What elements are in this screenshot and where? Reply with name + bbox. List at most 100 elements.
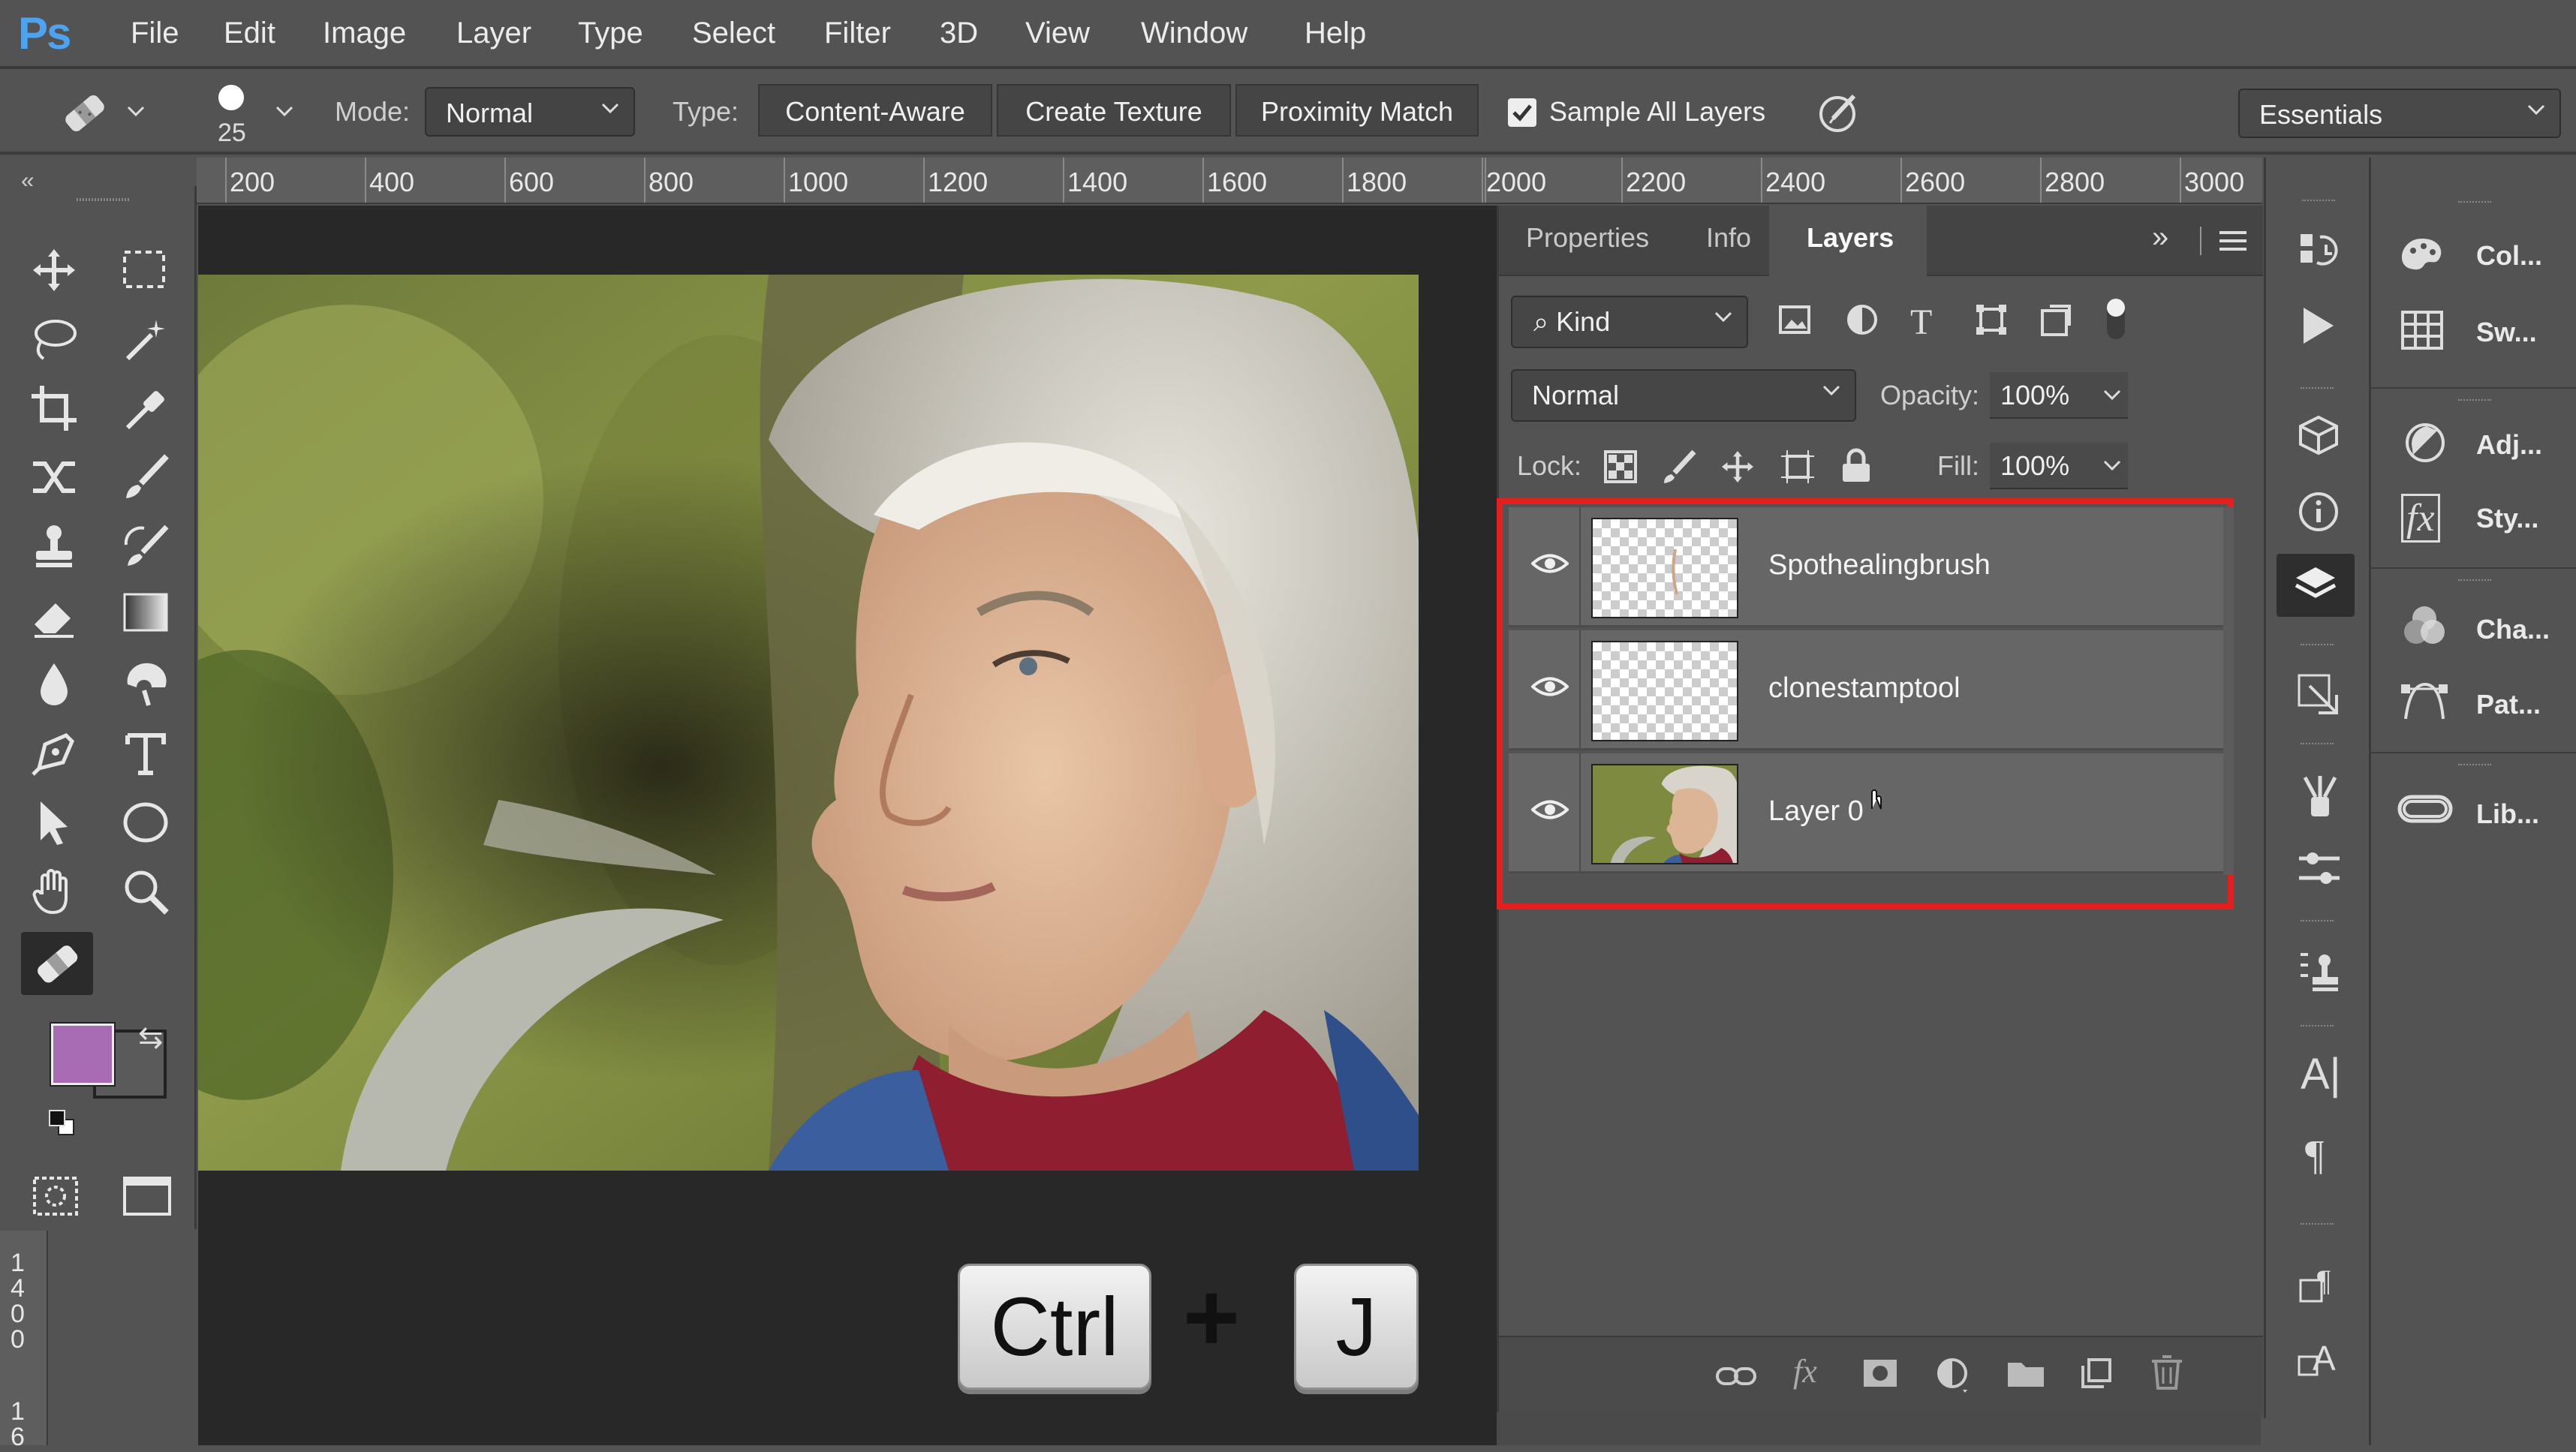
swatches-panel-icon[interactable] (2401, 311, 2443, 350)
menu-view[interactable]: View (1025, 17, 1090, 50)
expand-panels-icon[interactable]: » (2152, 221, 2168, 254)
adjustments-panel-icon[interactable] (2404, 422, 2446, 464)
lock-pixels-icon[interactable] (1661, 449, 1697, 485)
link-layers-icon[interactable] (1715, 1361, 1757, 1391)
filter-shape-icon[interactable] (1975, 303, 2008, 336)
lock-all-icon[interactable] (1840, 447, 1873, 483)
menu-help[interactable]: Help (1305, 17, 1366, 50)
new-layer-icon[interactable] (2080, 1357, 2113, 1390)
filter-pixel-icon[interactable] (1778, 305, 1811, 335)
default-colors-icon[interactable] (47, 1108, 77, 1138)
blend-mode-dropdown[interactable]: Normal (1511, 369, 1856, 422)
menu-filter[interactable]: Filter (824, 17, 891, 50)
character-icon[interactable]: A| (2301, 1049, 2341, 1099)
grip-handle[interactable] (2458, 201, 2491, 204)
menu-select[interactable]: Select (692, 17, 775, 50)
workspace-dropdown[interactable]: Essentials (2238, 89, 2561, 138)
new-adjustment-layer-icon[interactable] (1936, 1357, 1970, 1394)
fill-field[interactable]: 100% (1990, 443, 2128, 489)
grip-handle[interactable] (2458, 579, 2491, 582)
hand-tool-icon[interactable] (30, 867, 78, 915)
paragraph-icon[interactable]: ¶ (2305, 1132, 2324, 1180)
layers-dock-button[interactable] (2277, 554, 2355, 617)
filter-smart-object-icon[interactable] (2039, 303, 2072, 336)
history-icon[interactable] (2298, 230, 2340, 275)
menu-3d[interactable]: 3D (940, 17, 978, 50)
color-panel-label[interactable]: Col... (2476, 240, 2542, 272)
libraries-panel-icon[interactable] (2397, 789, 2454, 828)
blur-tool-icon[interactable] (30, 660, 78, 708)
screen-mode-icon[interactable] (122, 1175, 173, 1217)
content-aware-button[interactable]: Content-Aware (758, 84, 992, 137)
paragraph-styles-icon[interactable]: ¶ (2299, 1261, 2341, 1306)
brush-picker-chevron-icon[interactable] (275, 105, 294, 119)
chevron-down-icon[interactable] (2102, 389, 2122, 402)
magic-wand-tool-icon[interactable] (122, 315, 170, 363)
grip-handle[interactable] (2301, 920, 2334, 923)
menu-window[interactable]: Window (1141, 17, 1247, 50)
grip-handle[interactable] (2301, 644, 2334, 647)
move-tool-icon[interactable] (30, 246, 78, 294)
character-styles-icon[interactable]: A (2298, 1334, 2343, 1379)
libraries-panel-label[interactable]: Lib... (2476, 798, 2539, 830)
tool-presets-icon[interactable] (2298, 948, 2343, 994)
swap-colors-icon[interactable]: ⇆ (138, 1021, 164, 1055)
marquee-tool-icon[interactable] (122, 249, 167, 291)
filter-type-icon[interactable]: T (1910, 302, 1932, 343)
paths-panel-label[interactable]: Pat... (2476, 689, 2541, 720)
grip-handle[interactable] (77, 198, 129, 201)
grip-handle[interactable] (2301, 387, 2334, 390)
healing-brush-preset-icon[interactable] (59, 89, 111, 138)
sample-all-layers-checkbox[interactable] (1507, 98, 1537, 128)
styles-panel-label[interactable]: Sty... (2476, 503, 2538, 534)
new-group-icon[interactable] (2006, 1357, 2045, 1390)
info-icon[interactable] (2298, 491, 2340, 533)
menu-layer[interactable]: Layer (456, 17, 531, 50)
eyedropper-tool-icon[interactable] (122, 384, 170, 432)
grip-handle[interactable] (2458, 399, 2491, 402)
actions-play-icon[interactable] (2299, 305, 2337, 347)
filter-adjustment-icon[interactable] (1846, 303, 1879, 336)
type-tool-icon[interactable] (122, 729, 170, 777)
glyphs-icon[interactable] (2296, 672, 2341, 717)
mode-dropdown[interactable]: Normal (425, 87, 635, 137)
menu-image[interactable]: Image (323, 17, 406, 50)
dodge-tool-icon[interactable] (122, 660, 170, 708)
zoom-tool-icon[interactable] (122, 867, 170, 915)
clone-source-icon[interactable] (2296, 848, 2343, 890)
content-aware-move-tool-icon[interactable] (30, 453, 78, 501)
pen-tool-icon[interactable] (30, 729, 78, 777)
healing-brush-tool[interactable] (21, 932, 93, 995)
path-selection-tool-icon[interactable] (30, 798, 78, 846)
brush-tool-icon[interactable] (122, 453, 170, 501)
panel-menu-icon[interactable] (2218, 228, 2248, 254)
grip-handle[interactable] (2301, 743, 2334, 746)
proximity-match-button[interactable]: Proximity Match (1235, 84, 1479, 137)
chevron-down-icon[interactable] (2102, 459, 2122, 473)
grip-handle[interactable] (2458, 764, 2491, 767)
quick-mask-icon[interactable] (32, 1175, 80, 1217)
filter-kind-dropdown[interactable]: ⌕ Kind (1511, 296, 1748, 348)
create-texture-button[interactable]: Create Texture (997, 84, 1231, 137)
brush-tip-icon[interactable] (216, 83, 246, 113)
pressure-size-icon[interactable] (1816, 89, 1863, 135)
grip-handle[interactable] (2301, 1223, 2334, 1226)
adjustments-panel-label[interactable]: Adj... (2476, 429, 2542, 461)
gradient-tool-icon[interactable] (122, 591, 170, 633)
channels-panel-icon[interactable] (2401, 603, 2448, 648)
photoshop-logo[interactable]: Ps (18, 8, 71, 59)
grip-handle[interactable] (2301, 1025, 2334, 1028)
add-mask-icon[interactable] (1862, 1357, 1898, 1390)
ellipse-tool-icon[interactable] (122, 798, 170, 846)
layers-scrollbar[interactable] (2223, 507, 2234, 875)
3d-icon[interactable] (2298, 414, 2340, 456)
paths-panel-icon[interactable] (2400, 680, 2449, 722)
history-brush-tool-icon[interactable] (122, 522, 170, 570)
menu-edit[interactable]: Edit (224, 17, 275, 50)
lock-transparent-icon[interactable] (1604, 450, 1637, 483)
swatches-panel-label[interactable]: Sw... (2476, 317, 2537, 348)
document-image[interactable] (198, 275, 1419, 1171)
channels-panel-label[interactable]: Cha... (2476, 614, 2550, 645)
lock-artboard-icon[interactable] (1780, 449, 1816, 485)
delete-layer-icon[interactable] (2150, 1354, 2183, 1391)
